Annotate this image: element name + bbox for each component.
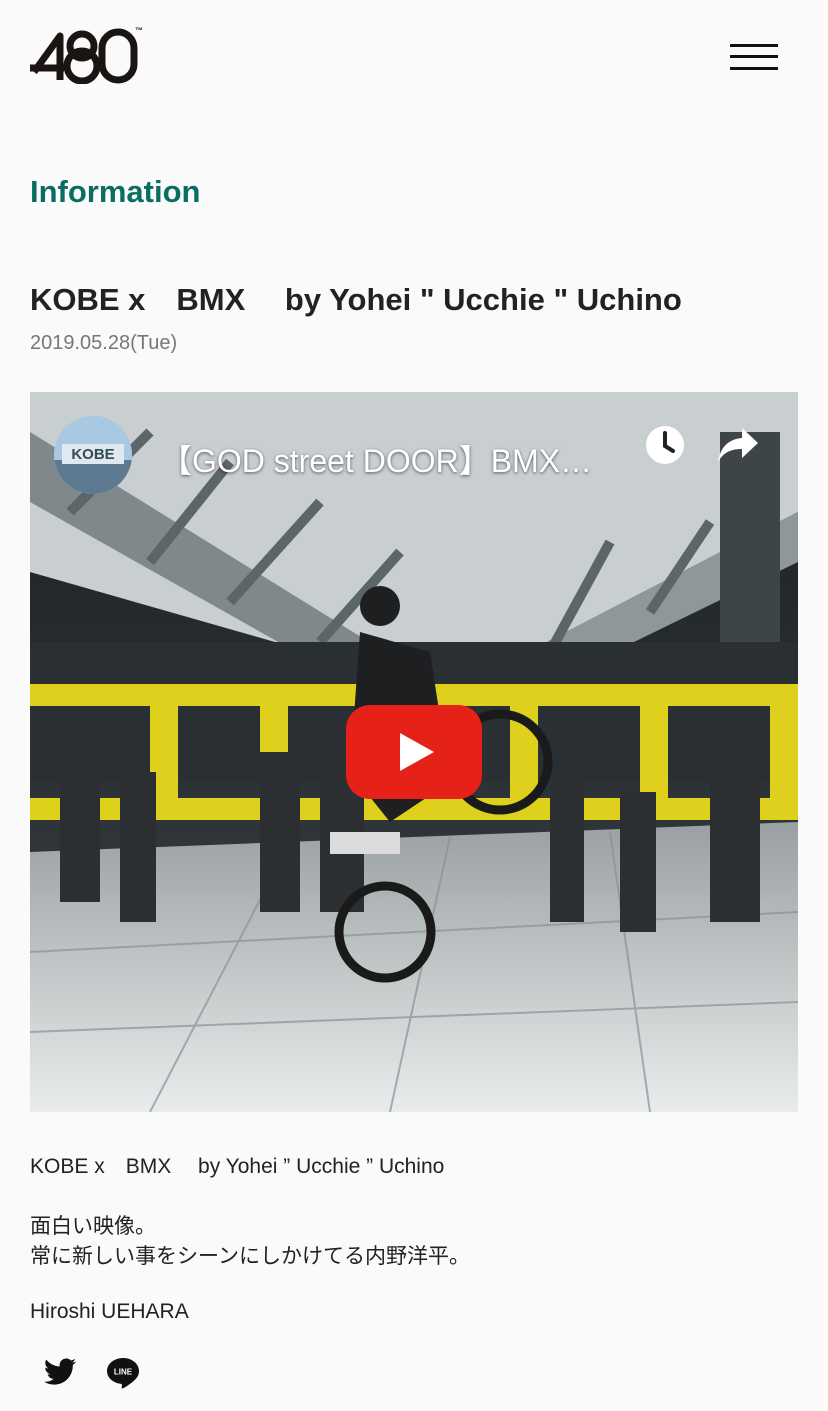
post-date: 2019.05.28(Tue) [30, 332, 178, 354]
post-title: KOBE x BMX by Yohei " Ucchie " Uchino [30, 282, 682, 317]
author-name: Hiroshi UEHARA [30, 1300, 189, 1323]
body-text-line: 面白い映像。 [30, 1215, 156, 1238]
line-icon[interactable]: LINE [105, 1354, 141, 1390]
channel-avatar[interactable]: KOBE [54, 416, 132, 494]
hamburger-menu-icon[interactable] [730, 44, 778, 70]
body-text-title: KOBE x BMX by Yohei ” Ucchie ” Uchino [30, 1155, 445, 1178]
channel-avatar-text: KOBE [71, 446, 114, 463]
logo-480-icon [30, 28, 138, 85]
video-title[interactable]: 【GOD street DOOR】BMX… [160, 436, 620, 482]
section-title: Information [30, 174, 201, 209]
youtube-play-icon[interactable] [346, 705, 482, 799]
body-text-line: 常に新しい事をシーンにしかけてる内野洋平。 [30, 1245, 470, 1268]
twitter-icon[interactable] [42, 1354, 78, 1390]
share-icon[interactable] [716, 426, 760, 466]
watch-later-icon[interactable] [642, 422, 688, 468]
youtube-video-embed[interactable]: KOBE 【GOD street DOOR】BMX… [30, 392, 798, 1112]
line-icon-label: LINE [114, 1368, 133, 1377]
logo-trademark: ™ [135, 26, 143, 35]
site-logo[interactable] [30, 28, 138, 89]
site-header: ™ [0, 0, 828, 110]
